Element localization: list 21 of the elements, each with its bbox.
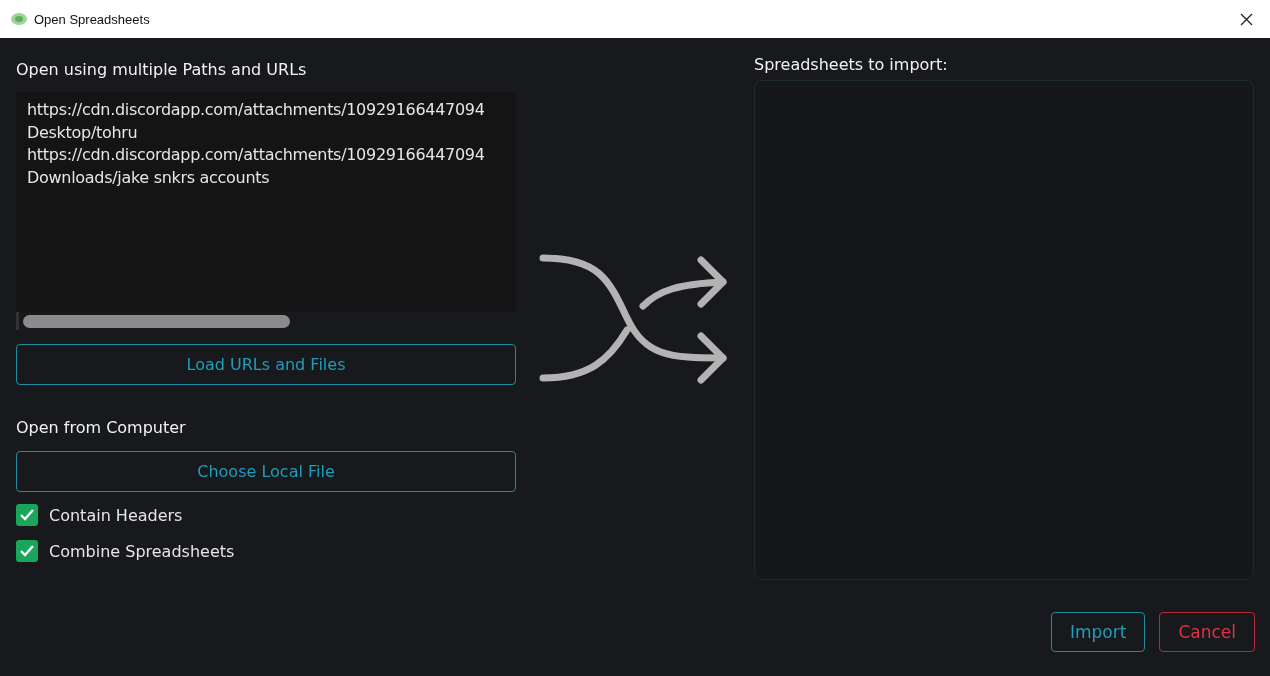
path-line: Desktop/tohru xyxy=(27,121,139,144)
checkmark-icon xyxy=(19,544,35,558)
checkbox-label: Combine Spreadsheets xyxy=(49,541,235,561)
window-title: Open Spreadsheets xyxy=(34,11,151,27)
app-logo-icon xyxy=(10,12,28,26)
checkmark-icon xyxy=(19,508,35,522)
path-line: https://cdn.discordapp.com/attachments/10929166447094 xyxy=(27,99,486,121)
section-heading: Open from Computer xyxy=(16,417,187,439)
path-line: Downloads/jake snkrs accounts xyxy=(27,166,271,189)
checkbox-label: Contain Headers xyxy=(49,505,183,525)
load-button[interactable]: Load URLs and Files xyxy=(16,344,516,385)
choose-file-button[interactable]: Choose Local File xyxy=(16,451,516,492)
path-line: https://cdn.discordapp.com/attachments/10929166447094 xyxy=(27,144,486,166)
cancel-button[interactable]: Cancel xyxy=(1159,612,1255,652)
section-heading: Open using multiple Paths and URLs xyxy=(16,59,308,81)
checkbox[interactable] xyxy=(16,504,38,526)
close-icon[interactable] xyxy=(1240,12,1253,26)
paths-text-area[interactable]: https://cdn.discordapp.com/attachments/10929166447094 Desktop/tohru https://cdn.discordapp.com/attachments/10929166447094 Downloads/jake snkrs accounts xyxy=(16,92,516,312)
checkbox[interactable] xyxy=(16,540,38,562)
import-button[interactable]: Import xyxy=(1051,612,1146,652)
section-heading: Spreadsheets to import: xyxy=(754,54,949,76)
